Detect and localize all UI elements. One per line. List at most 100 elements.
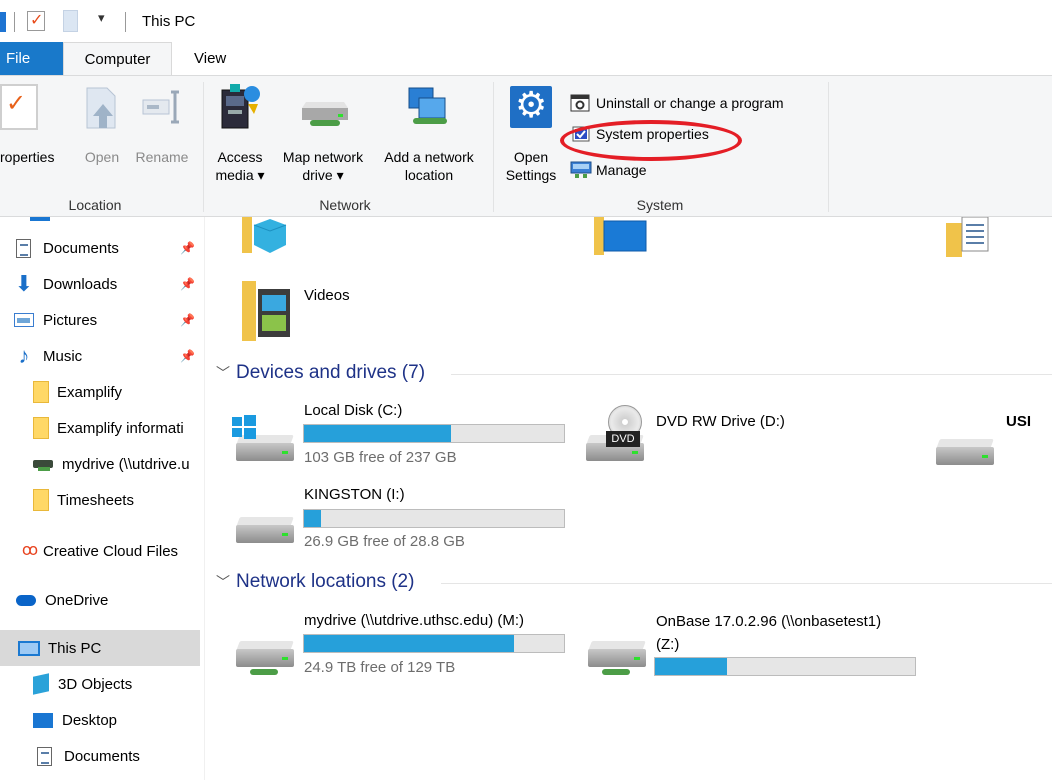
sidebar-item-documents[interactable]: Documents 📌 [0, 230, 205, 266]
access-media-label-2: media ▾ [215, 167, 265, 183]
add-network-location-label-2: location [404, 167, 454, 183]
folder-icon [33, 489, 49, 511]
creative-cloud-icon: ꝏ [21, 542, 39, 559]
network-drive-icon[interactable] [236, 641, 294, 675]
gear-icon: ⚙ [510, 84, 552, 128]
dvd-badge: DVD [606, 431, 640, 447]
manage-label: Manage [596, 162, 647, 178]
access-media-button[interactable]: Access media ▾ [210, 148, 270, 184]
tab-computer[interactable]: Computer [63, 42, 172, 76]
sidebar-item-timesheets[interactable]: Timesheets [0, 482, 205, 518]
sidebar-item-label: Documents [43, 239, 119, 257]
sidebar-item-label: Music [43, 347, 83, 365]
properties-quick-access-icon[interactable]: ✓ [27, 11, 45, 31]
rename-icon [142, 90, 179, 124]
folder-icon [33, 381, 49, 403]
onbase-drive-label[interactable]: OnBase 17.0.2.96 (\\onbasetest1) [656, 613, 881, 630]
open-icon [86, 87, 116, 129]
pin-icon[interactable]: 📌 [180, 349, 195, 363]
videos-folder-label[interactable]: Videos [304, 287, 350, 304]
chevron-down-icon: ﹀ [216, 574, 230, 590]
sidebar-item-3d-objects[interactable]: 3D Objects [0, 666, 205, 702]
uninstall-program-button[interactable]: Uninstall or change a program [570, 94, 784, 112]
network-locations-label: Network locations (2) [236, 571, 415, 592]
section-divider [451, 374, 1052, 375]
documents-folder-icon[interactable] [946, 217, 996, 259]
network-drive-icon[interactable] [588, 641, 646, 675]
network-drive-icon [33, 460, 53, 471]
sidebar-item-pictures[interactable]: Pictures 📌 [0, 302, 205, 338]
new-folder-quick-access-icon[interactable] [63, 10, 78, 32]
chevron-down-icon: ﹀ [216, 365, 230, 381]
properties-button[interactable]: roperties [0, 148, 70, 166]
map-network-drive-label: Map network [282, 149, 364, 165]
rename-button[interactable]: Rename [131, 148, 193, 166]
add-network-location-icon [408, 87, 447, 124]
sidebar-item-this-pc[interactable]: This PC [0, 630, 200, 666]
sidebar-item-label: Desktop [62, 711, 118, 729]
properties-icon: ✓ [0, 84, 38, 130]
group-divider [828, 82, 829, 212]
sidebar-item-desktop[interactable]: Desktop [0, 702, 205, 738]
sidebar-item-onedrive[interactable]: OneDrive [0, 582, 205, 618]
properties-label: roperties [0, 149, 55, 165]
desktop-folder-icon[interactable] [592, 217, 648, 257]
sidebar-item-examplify[interactable]: Examplify [0, 374, 205, 410]
sidebar-item-label: OneDrive [45, 591, 109, 609]
sidebar-item-mydrive[interactable]: mydrive (\\utdrive.u [0, 446, 205, 482]
sidebar-item-label: 3D Objects [58, 675, 133, 693]
usb-drive-label[interactable]: USI [1006, 413, 1031, 430]
separator [125, 12, 126, 32]
desktop-icon [33, 712, 53, 728]
open-button[interactable]: Open [80, 148, 124, 166]
devices-and-drives-label: Devices and drives (7) [236, 362, 426, 383]
this-pc-icon [18, 640, 40, 656]
usb-drive-icon[interactable] [936, 439, 994, 465]
map-network-drive-button[interactable]: Map network drive ▾ [274, 148, 372, 184]
kingston-drive-label[interactable]: KINGSTON (I:) [304, 486, 405, 503]
pin-icon[interactable]: 📌 [180, 241, 195, 255]
sidebar-item-label: Timesheets [57, 491, 134, 509]
navigation-pane: Documents 📌 ⬇ Downloads 📌 Pictures 📌 ♪ M… [0, 217, 205, 780]
manage-button[interactable]: Manage [570, 161, 647, 179]
add-network-location-button[interactable]: Add a network location [375, 148, 483, 184]
3d-objects-icon [33, 673, 49, 695]
sidebar-item-label: mydrive (\\utdrive.u [62, 455, 190, 473]
onbase-drive-letter[interactable]: (Z:) [656, 636, 679, 653]
dvd-drive-label[interactable]: DVD RW Drive (D:) [656, 413, 785, 430]
title-bar: ✓ ▾ This PC [0, 0, 1052, 42]
sidebar-item-documents-2[interactable]: Documents [0, 738, 205, 774]
tab-file[interactable]: File [0, 42, 63, 76]
pin-icon[interactable]: 📌 [180, 277, 195, 291]
dvd-drive-icon[interactable]: DVD [586, 405, 644, 461]
app-icon[interactable] [0, 12, 6, 32]
devices-and-drives-header[interactable]: ﹀ Devices and drives (7) [216, 362, 425, 384]
map-network-drive-label-2: drive ▾ [302, 167, 344, 183]
group-divider [203, 82, 204, 212]
pin-icon[interactable]: 📌 [180, 313, 195, 327]
mydrive-label[interactable]: mydrive (\\utdrive.uthsc.edu) (M:) [304, 612, 524, 629]
pictures-icon [14, 313, 34, 327]
network-locations-header[interactable]: ﹀ Network locations (2) [216, 571, 414, 593]
local-disk-c-label[interactable]: Local Disk (C:) [304, 402, 402, 419]
music-icon: ♪ [18, 343, 30, 368]
videos-folder-icon[interactable] [242, 277, 292, 343]
usb-drive-icon[interactable] [236, 517, 294, 543]
tab-view[interactable]: View [194, 42, 234, 76]
sidebar-item-music[interactable]: ♪ Music 📌 [0, 338, 205, 374]
group-divider [493, 82, 494, 212]
network-group-label: Network [319, 197, 371, 213]
open-settings-label-2: Settings [505, 167, 557, 183]
sidebar-item-creative-cloud-files[interactable]: ꝏ Creative Cloud Files [0, 533, 205, 569]
local-disk-c-free-space: 103 GB free of 237 GB [304, 449, 457, 466]
customize-quick-access-dropdown[interactable]: ▾ [98, 10, 105, 26]
documents-icon [16, 238, 31, 258]
3d-objects-folder-icon[interactable] [240, 217, 288, 257]
section-divider [441, 583, 1052, 584]
windows-drive-icon[interactable] [232, 415, 294, 461]
sidebar-item-label: Downloads [43, 275, 118, 293]
local-disk-c-usage-bar [303, 424, 565, 443]
sidebar-item-downloads[interactable]: ⬇ Downloads 📌 [0, 266, 205, 302]
open-settings-button[interactable]: Open Settings [500, 148, 562, 184]
sidebar-item-examplify-information[interactable]: Examplify informati [0, 410, 205, 446]
